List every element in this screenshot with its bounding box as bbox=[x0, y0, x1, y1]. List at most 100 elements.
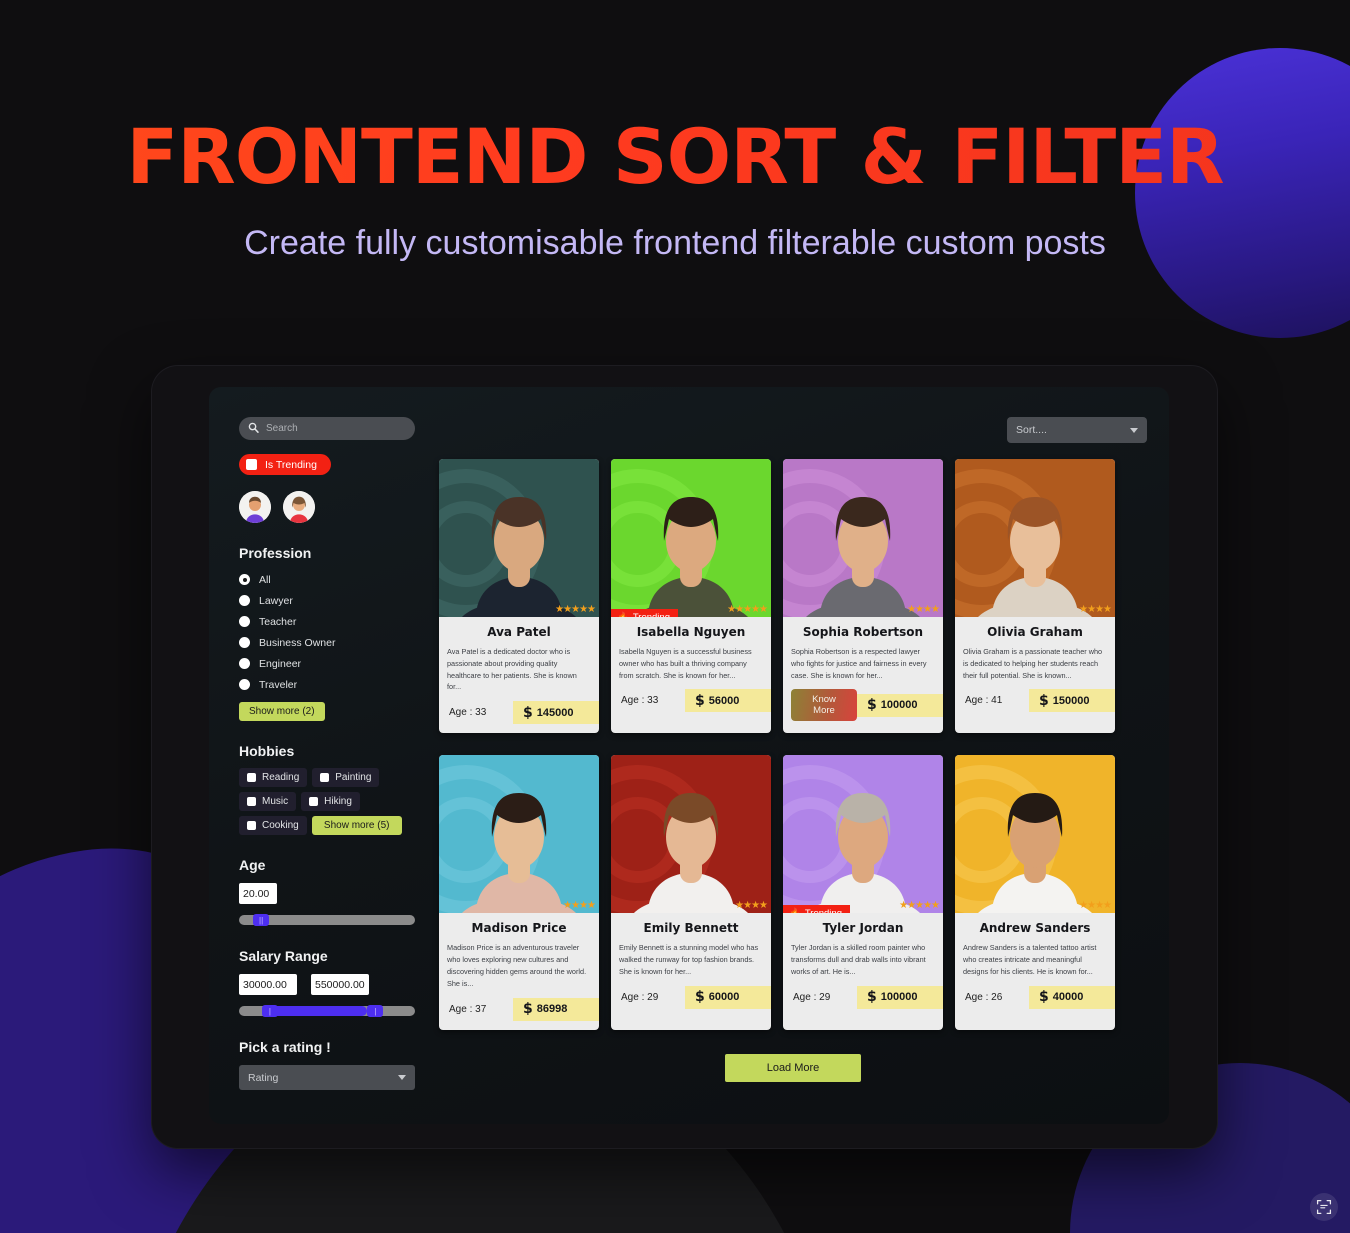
age-slider[interactable]: || bbox=[239, 914, 415, 926]
profession-option-label: Traveler bbox=[259, 678, 298, 691]
hobby-checkbox[interactable] bbox=[247, 773, 256, 782]
radio-icon[interactable] bbox=[239, 595, 250, 606]
profile-card[interactable]: ★★★★ Olivia Graham Olivia Graham is a pa… bbox=[955, 459, 1115, 734]
card-photo: ★★★★★ 🔥 Trending bbox=[611, 459, 771, 617]
card-description: Emily Bennett is a stunning model who ha… bbox=[619, 943, 759, 976]
card-body: Andrew Sanders Andrew Sanders is a talen… bbox=[955, 913, 1115, 1017]
avatar[interactable] bbox=[239, 491, 271, 523]
card-price-value: 56000 bbox=[708, 694, 740, 707]
results-toolbar: Sort.... bbox=[439, 417, 1147, 443]
card-footer: Age : 29 $ 100000 bbox=[791, 985, 943, 1018]
person-photo bbox=[462, 497, 576, 617]
profile-card[interactable]: ★★★★ Sophia Robertson Sophia Robertson i… bbox=[783, 459, 943, 734]
card-title: Ava Patel bbox=[487, 625, 551, 639]
dollar-icon: $ bbox=[523, 704, 533, 721]
page-subtitle: Create fully customisable frontend filte… bbox=[244, 224, 1106, 262]
dollar-icon: $ bbox=[1039, 989, 1049, 1006]
profession-option-engineer[interactable]: Engineer bbox=[239, 653, 415, 674]
load-more-button[interactable]: Load More bbox=[724, 1053, 862, 1082]
avatar[interactable] bbox=[283, 491, 315, 523]
card-price-value: 100000 bbox=[880, 699, 918, 712]
is-trending-toggle[interactable]: Is Trending bbox=[239, 454, 331, 475]
chevron-down-icon bbox=[1130, 427, 1138, 433]
profile-card[interactable]: ★★★★ Emily Bennett Emily Bennett is a st… bbox=[611, 755, 771, 1030]
radio-icon[interactable] bbox=[239, 574, 250, 585]
hobby-checkbox[interactable] bbox=[247, 797, 256, 806]
search-icon bbox=[248, 420, 259, 438]
profile-card[interactable]: ★★★★★ 🔥 Trending Isabella Nguyen Isabell… bbox=[611, 459, 771, 734]
card-price: $ 150000 bbox=[1029, 689, 1115, 713]
card-body: Ava Patel Ava Patel is a dedicated docto… bbox=[439, 617, 599, 733]
radio-icon[interactable] bbox=[239, 637, 250, 648]
profession-option-teacher[interactable]: Teacher bbox=[239, 611, 415, 632]
hobbies-section-title: Hobbies bbox=[239, 743, 295, 759]
is-trending-checkbox[interactable] bbox=[246, 459, 257, 470]
search-box[interactable] bbox=[239, 417, 415, 440]
card-grid: ★★★★★ Ava Patel Ava Patel is a dedicated… bbox=[439, 459, 1147, 1030]
profession-option-label: All bbox=[259, 573, 271, 586]
sort-select[interactable]: Sort.... bbox=[1007, 417, 1147, 443]
search-input[interactable] bbox=[266, 423, 406, 434]
profession-show-more-button[interactable]: Show more (2) bbox=[239, 702, 325, 721]
radio-icon[interactable] bbox=[239, 658, 250, 669]
profile-card[interactable]: ★★★★★ Ava Patel Ava Patel is a dedicated… bbox=[439, 459, 599, 734]
hobbies-show-more-button[interactable]: Show more (5) bbox=[311, 816, 402, 835]
hobby-label: Painting bbox=[335, 772, 372, 783]
know-more-button[interactable]: Know More bbox=[791, 689, 857, 722]
hobby-chip-reading[interactable]: Reading bbox=[239, 768, 308, 787]
salary-slider[interactable]: | | bbox=[239, 1005, 415, 1017]
hobby-checkbox[interactable] bbox=[320, 773, 330, 782]
profession-option-lawyer[interactable]: Lawyer bbox=[239, 590, 415, 611]
profile-card[interactable]: ★★★★★ 🔥 Trending Tyler Jordan Tyler Jord… bbox=[783, 755, 943, 1030]
hobby-checkbox[interactable] bbox=[247, 821, 256, 830]
rating-select[interactable]: Rating bbox=[239, 1065, 415, 1090]
dollar-icon: $ bbox=[867, 697, 877, 714]
age-slider-handle[interactable]: || bbox=[253, 914, 270, 926]
card-footer: Age : 41 $ 150000 bbox=[963, 689, 1115, 721]
card-description: Isabella Nguyen is a successful business… bbox=[619, 647, 752, 680]
is-trending-label: Is Trending bbox=[265, 458, 317, 471]
radio-icon[interactable] bbox=[239, 679, 250, 690]
card-age: Age : 33 bbox=[449, 707, 487, 719]
salary-section-title: Salary Range bbox=[239, 948, 328, 964]
card-rating-stars: ★★★★ bbox=[907, 604, 940, 615]
salary-max-input[interactable] bbox=[311, 974, 369, 995]
hobby-chip-painting[interactable]: Painting bbox=[312, 768, 380, 787]
card-price-value: 86998 bbox=[536, 1003, 568, 1015]
tablet-device-frame: Is Trending bbox=[152, 366, 1217, 1148]
flame-icon: 🔥 bbox=[617, 612, 629, 617]
card-title: Madison Price bbox=[471, 921, 567, 936]
dollar-icon: $ bbox=[1039, 692, 1049, 709]
card-rating-stars: ★★★★ bbox=[735, 900, 768, 912]
hobby-checkbox[interactable] bbox=[309, 797, 319, 806]
person-photo bbox=[634, 793, 748, 914]
card-title: Olivia Graham bbox=[987, 625, 1083, 639]
hobby-chip-music[interactable]: Music bbox=[239, 792, 297, 811]
age-value-input[interactable] bbox=[239, 883, 277, 904]
profession-radio-list: All Lawyer Teacher Business Owner Engine… bbox=[239, 569, 415, 695]
card-description: Olivia Graham is a passionate teacher wh… bbox=[963, 647, 1103, 680]
profession-option-traveler[interactable]: Traveler bbox=[239, 674, 415, 695]
card-footer: Age : 33 $ 145000 bbox=[447, 701, 599, 733]
profile-card[interactable]: ★★★★ Madison Price Madison Price is an a… bbox=[439, 755, 599, 1030]
hobby-chip-cooking[interactable]: Cooking bbox=[239, 816, 307, 835]
card-price-value: 40000 bbox=[1052, 991, 1084, 1004]
card-photo: ★★★★★ 🔥 Trending bbox=[783, 755, 943, 914]
scan-frame-icon[interactable] bbox=[1310, 1193, 1338, 1221]
card-body: Tyler Jordan Tyler Jordan is a skilled r… bbox=[783, 913, 943, 1017]
hobby-chip-hiking[interactable]: Hiking bbox=[301, 792, 360, 811]
radio-icon[interactable] bbox=[239, 616, 250, 627]
salary-min-input[interactable] bbox=[239, 974, 297, 995]
profession-option-all[interactable]: All bbox=[239, 569, 415, 590]
page-root: FRONTEND SORT & FILTER Create fully cust… bbox=[0, 0, 1350, 1233]
profession-option-business-owner[interactable]: Business Owner bbox=[239, 632, 415, 653]
profession-section-title: Profession bbox=[239, 545, 312, 561]
hobby-label: Music bbox=[262, 796, 289, 807]
dollar-icon: $ bbox=[695, 989, 705, 1006]
profile-card[interactable]: ★★★★ Andrew Sanders Andrew Sanders is a … bbox=[955, 755, 1115, 1030]
profession-option-label: Lawyer bbox=[259, 594, 293, 607]
card-description: Madison Price is an adventurous traveler… bbox=[447, 943, 587, 988]
salary-slider-handle-max[interactable]: | bbox=[367, 1005, 384, 1017]
card-price: $ 100000 bbox=[857, 693, 943, 717]
salary-slider-handle-min[interactable]: | bbox=[261, 1005, 278, 1017]
